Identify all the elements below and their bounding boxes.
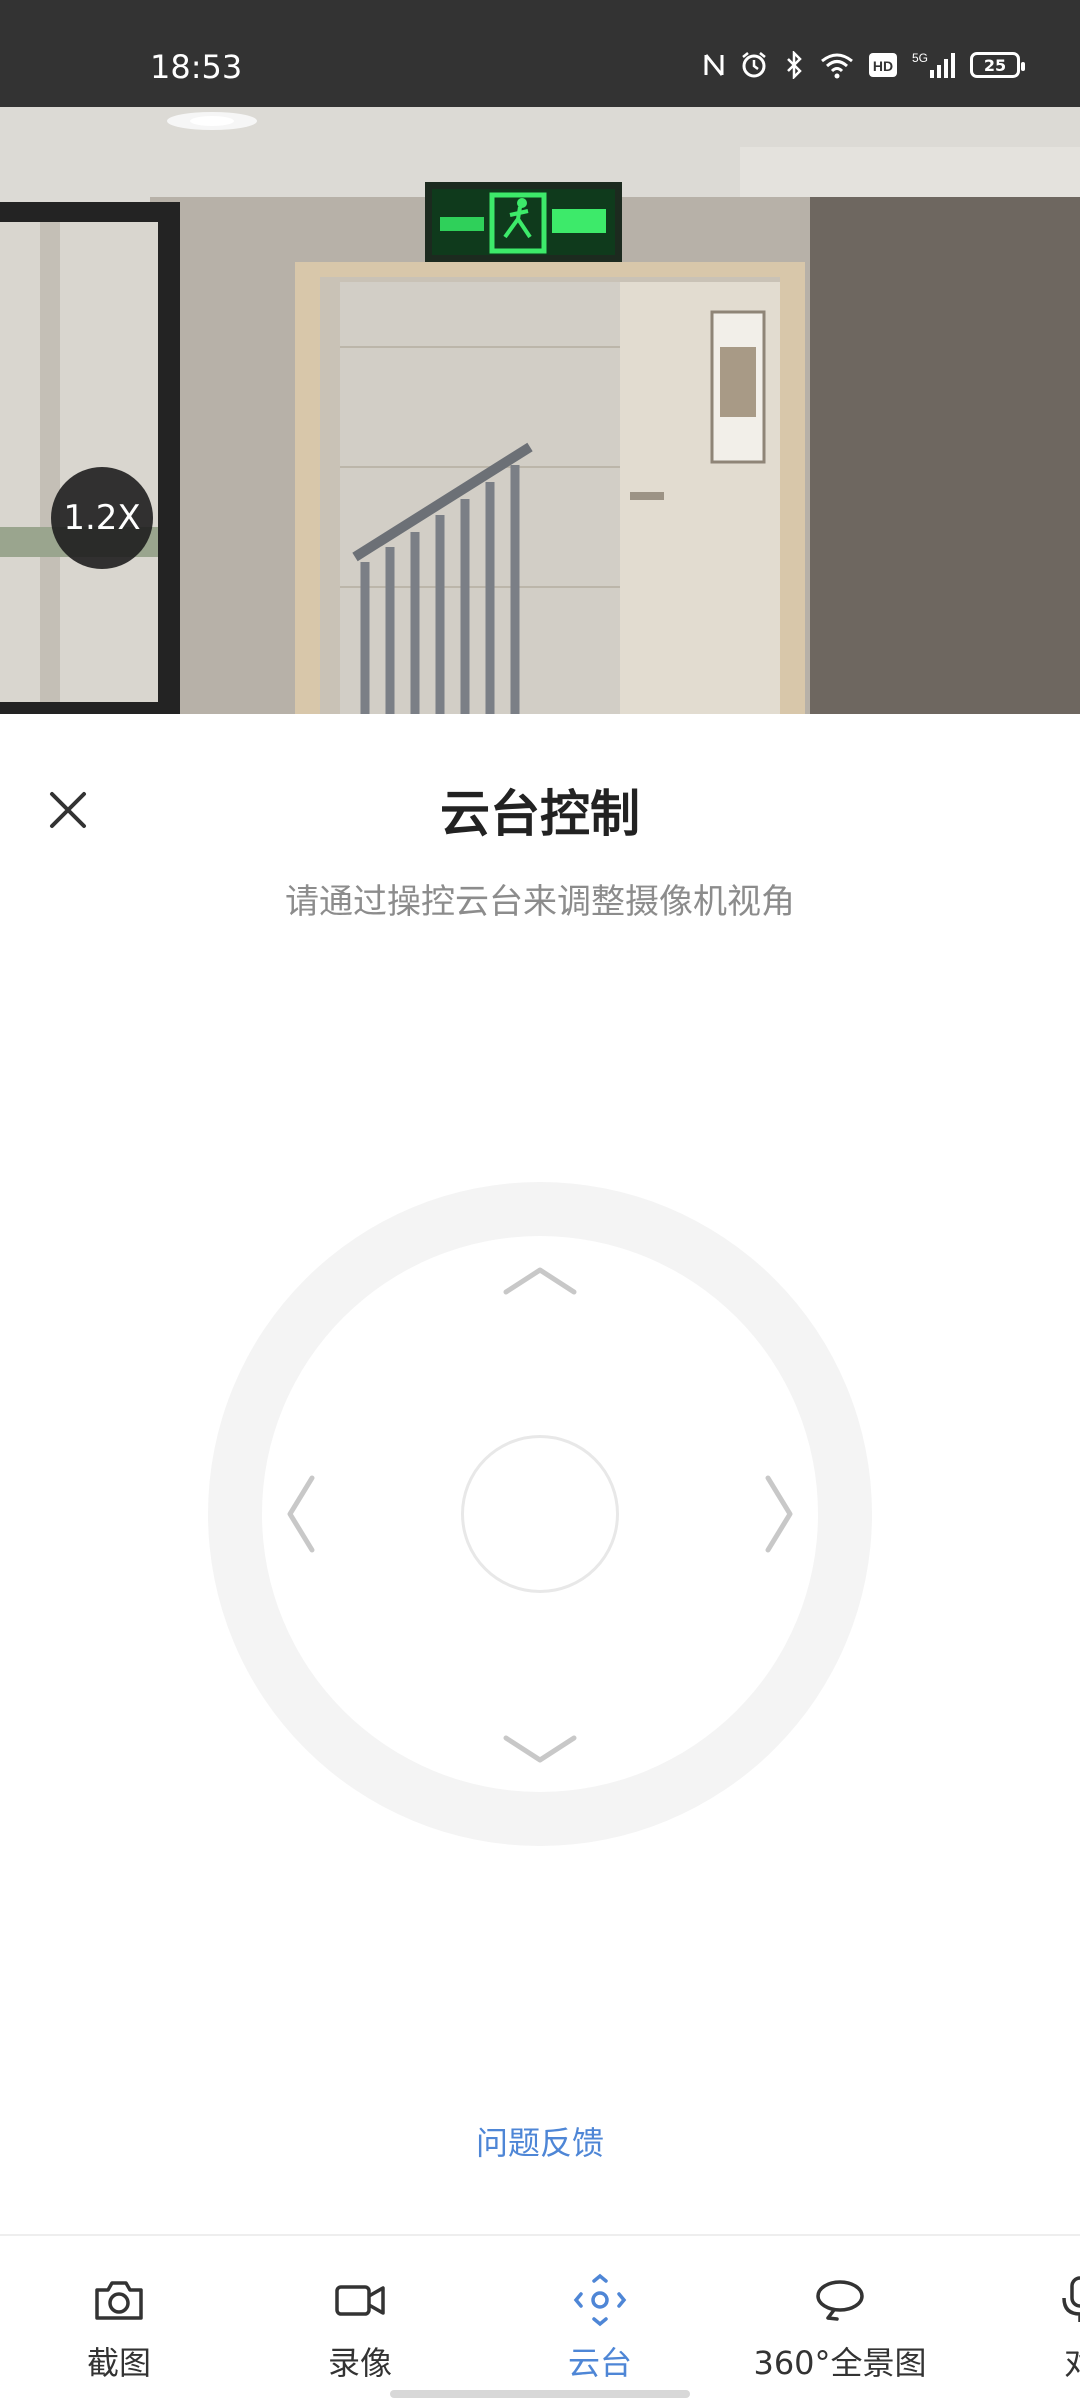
video-icon <box>335 2285 385 2316</box>
nav-intercom[interactable]: 对 <box>980 2236 1080 2386</box>
feedback-link[interactable]: 问题反馈 <box>0 2118 1080 2164</box>
alarm-icon <box>742 52 766 78</box>
nav-label: 云台 <box>567 2344 632 2382</box>
home-indicator[interactable] <box>390 2390 690 2398</box>
nav-screenshot[interactable]: 截图 <box>19 2236 219 2386</box>
ptz-joystick[interactable] <box>208 1182 872 1846</box>
camera-icon <box>95 2281 143 2320</box>
camera-scene <box>0 107 1080 714</box>
status-icons: HD 5G 25 <box>702 50 1025 80</box>
ptz-center-button[interactable] <box>461 1435 619 1593</box>
microphone-icon <box>1062 2276 1080 2322</box>
bluetooth-icon <box>787 51 802 79</box>
panel-title: 云台控制 <box>440 785 640 843</box>
nav-label: 录像 <box>327 2344 392 2382</box>
nfc-icon <box>704 54 724 76</box>
wifi-icon <box>821 53 853 79</box>
pan-down-button[interactable] <box>500 1730 580 1770</box>
status-time: 18:53 <box>150 48 243 86</box>
pan-up-button[interactable] <box>500 1260 580 1300</box>
nav-ptz[interactable]: 云台 <box>500 2236 700 2386</box>
pan-left-button[interactable] <box>280 1472 320 1556</box>
nav-panorama[interactable]: 360°全景图 <box>740 2236 940 2386</box>
nav-label: 对 <box>1063 2344 1080 2382</box>
pan-right-button[interactable] <box>760 1472 800 1556</box>
zoom-level-badge[interactable]: 1.2X <box>51 467 153 569</box>
signal-icon: 5G <box>912 51 955 78</box>
ptz-control-panel: 云台控制 请通过操控云台来调整摄像机视角 问题反馈 <box>0 714 1080 2234</box>
svg-text:5G: 5G <box>912 51 928 65</box>
camera-video-feed[interactable]: 1.2X <box>0 107 1080 714</box>
ptz-icon <box>573 2273 627 2327</box>
hd-icon: HD <box>869 53 897 77</box>
status-bar: 18:53 HD 5G 25 <box>0 0 1080 107</box>
battery-icon: 25 <box>970 52 1025 78</box>
nav-record[interactable]: 录像 <box>260 2236 460 2386</box>
nav-label: 截图 <box>86 2344 151 2382</box>
bottom-toolbar: 截图 录像 云台 360°全景图 对 <box>0 2234 1080 2400</box>
panel-subtitle: 请通过操控云台来调整摄像机视角 <box>285 882 795 922</box>
panorama-icon <box>816 2280 864 2321</box>
nav-label: 360°全景图 <box>753 2344 927 2382</box>
svg-text:HD: HD <box>873 58 893 74</box>
